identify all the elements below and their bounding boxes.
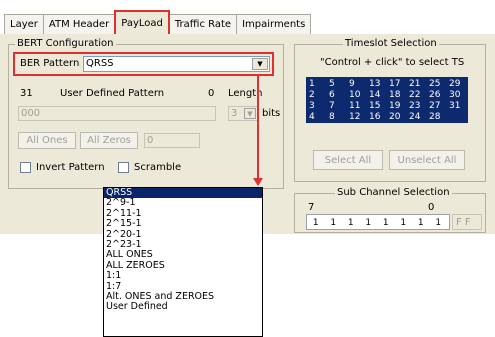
timeslot-cell[interactable]: 28 <box>429 112 443 122</box>
zeros-input[interactable]: 0 <box>144 133 200 148</box>
sub-channel-hex: F F <box>452 214 482 230</box>
tab-traffic-rate[interactable]: Traffic Rate <box>168 14 238 34</box>
tab-layer[interactable]: Layer <box>4 14 44 34</box>
scramble-checkbox[interactable] <box>118 162 129 173</box>
zeros-value: 0 <box>147 135 154 146</box>
timeslot-cell[interactable]: 11 <box>349 101 363 111</box>
timeslot-cell[interactable]: 22 <box>409 90 423 100</box>
timeslot-cell[interactable]: 9 <box>349 79 363 89</box>
sub-channel-bit[interactable]: 1 <box>377 218 395 228</box>
timeslot-cell[interactable]: 29 <box>449 79 463 89</box>
sub-channel-bit[interactable]: 1 <box>307 218 325 228</box>
timeslot-cell[interactable]: 25 <box>429 79 443 89</box>
timeslot-cell[interactable]: 24 <box>409 112 423 122</box>
timeslot-cell[interactable]: 2 <box>309 90 323 100</box>
chevron-down-icon[interactable]: ▼ <box>252 58 268 70</box>
sub-channel-bit[interactable]: 1 <box>395 218 413 228</box>
ber-pattern-select[interactable]: QRSS ▼ <box>83 56 270 72</box>
dropdown-option[interactable]: User Defined <box>104 301 262 312</box>
timeslot-cell[interactable]: 15 <box>369 101 383 111</box>
timeslot-cell[interactable]: 8 <box>329 112 343 122</box>
bits-label: bits <box>262 108 281 119</box>
ber-pattern-label: BER Pattern <box>20 58 80 69</box>
timeslot-cell[interactable]: 3 <box>309 101 323 111</box>
udp-count: 31 <box>20 88 33 99</box>
tab-atm-header[interactable]: ATM Header <box>42 14 116 34</box>
length-select[interactable]: 3 ▼ <box>228 106 258 121</box>
timeslot-cell[interactable]: 27 <box>429 101 443 111</box>
ber-pattern-dropdown: QRSS 2^9-1 2^11-1 2^15-1 2^20-1 2^23-1 ALL ONE… <box>103 187 263 337</box>
unselect-all-button[interactable]: Unselect All <box>389 150 465 170</box>
timeslot-grid[interactable]: 1 5 9 13 17 21 25 29 2 6 10 14 18 22 26 30 3 7 11 15 19 23 27 3… <box>306 77 468 123</box>
bert-configuration-title: BERT Configuration <box>15 38 116 49</box>
callout-arrow <box>257 76 259 179</box>
dropdown-option[interactable]: ALL ZEROES <box>104 260 262 271</box>
timeslot-cell[interactable]: 21 <box>409 79 423 89</box>
sub-channel-selection-title: Sub Channel Selection <box>335 187 452 198</box>
sub-channel-bit[interactable]: 1 <box>325 218 343 228</box>
timeslot-cell[interactable]: 20 <box>389 112 403 122</box>
tab-payload[interactable]: PayLoad <box>114 10 170 34</box>
select-all-button[interactable]: Select All <box>313 150 383 170</box>
timeslot-cell[interactable]: 14 <box>369 90 383 100</box>
udp-label: User Defined Pattern <box>60 88 165 99</box>
timeslot-cell[interactable]: 18 <box>389 90 403 100</box>
sub-channel-bit[interactable]: 1 <box>360 218 378 228</box>
timeslot-cell[interactable]: 12 <box>349 112 363 122</box>
sub-channel-right-index: 0 <box>428 202 435 213</box>
sub-channel-hex-value: F F <box>456 217 471 228</box>
callout-arrow-head <box>253 178 263 186</box>
length-value: 3 <box>231 108 238 119</box>
all-zeros-button[interactable]: All Zeros <box>80 132 138 149</box>
all-ones-button[interactable]: All Ones <box>18 132 76 149</box>
timeslot-hint: "Control + click" to select TS <box>320 57 465 68</box>
timeslot-cell[interactable]: 17 <box>389 79 403 89</box>
timeslot-cell[interactable]: 16 <box>369 112 383 122</box>
sub-channel-left-index: 7 <box>308 202 315 213</box>
timeslot-cell[interactable]: 7 <box>329 101 343 111</box>
sub-channel-bit[interactable]: 1 <box>342 218 360 228</box>
timeslot-cell[interactable]: 23 <box>409 101 423 111</box>
timeslot-cell[interactable]: 19 <box>389 101 403 111</box>
user-pattern-value: 000 <box>21 108 41 119</box>
timeslot-cell[interactable]: 31 <box>449 101 463 111</box>
timeslot-cell[interactable]: 10 <box>349 90 363 100</box>
sub-channel-bit[interactable]: 1 <box>412 218 430 228</box>
scramble-label: Scramble <box>134 162 182 173</box>
timeslot-selection-title: Timeslot Selection <box>343 38 439 49</box>
tab-impairments[interactable]: Impairments <box>236 14 312 34</box>
chevron-down-icon[interactable]: ▼ <box>244 108 256 119</box>
tab-strip: Layer ATM Header PayLoad Traffic Rate Im… <box>4 8 312 34</box>
timeslot-cell[interactable]: 5 <box>329 79 343 89</box>
timeslot-cell[interactable]: 6 <box>329 90 343 100</box>
timeslot-cell[interactable]: 13 <box>369 79 383 89</box>
timeslot-cell[interactable]: 30 <box>449 90 463 100</box>
ber-pattern-value: QRSS <box>86 58 114 69</box>
sub-channel-bit[interactable]: 1 <box>430 218 448 228</box>
dropdown-option[interactable]: 2^15-1 <box>104 218 262 229</box>
timeslot-cell[interactable]: 1 <box>309 79 323 89</box>
user-pattern-input[interactable]: 000 <box>18 106 216 121</box>
udp-zero: 0 <box>208 88 215 99</box>
timeslot-cell[interactable]: 26 <box>429 90 443 100</box>
dropdown-option[interactable]: 1:1 <box>104 270 262 281</box>
timeslot-cell[interactable]: 4 <box>309 112 323 122</box>
invert-pattern-checkbox[interactable] <box>20 162 31 173</box>
sub-channel-bits[interactable]: 11111111 <box>306 214 450 230</box>
invert-pattern-label: Invert Pattern <box>36 162 105 173</box>
